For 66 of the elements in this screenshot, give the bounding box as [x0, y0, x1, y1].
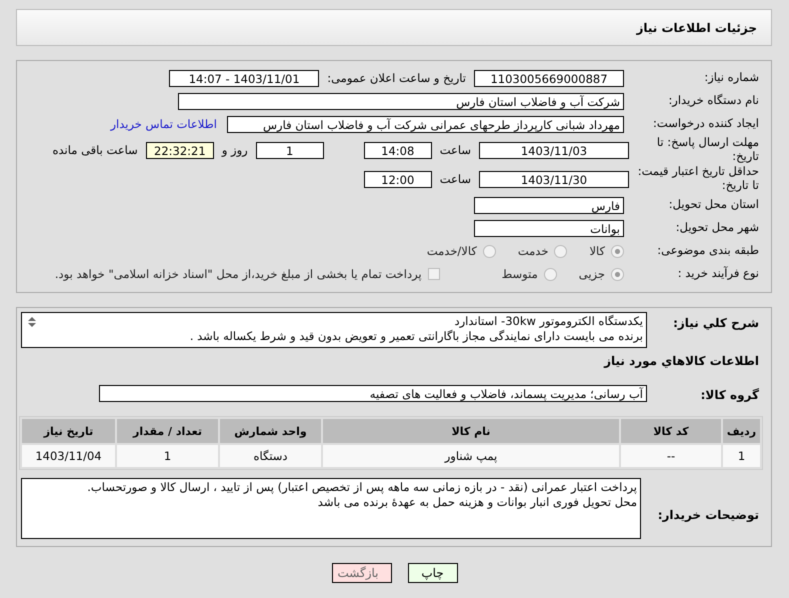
- date-field: 1403/11/03: [479, 142, 629, 158]
- field-label: طبقه بندی موضوعی:: [656, 244, 760, 258]
- page-title: جزئیات اطلاعات نیاز: [636, 20, 757, 34]
- time-field: 12:00: [364, 170, 432, 188]
- print-button[interactable]: چاپ: [408, 563, 458, 583]
- checkbox-label: پرداخت تمام یا بخشی از مبلغ خرید،از محل "اسناد خزانه اسلامی" خواهد بود.: [54, 267, 422, 281]
- column-header: نام کالا: [323, 419, 619, 443]
- notes-line: محل تحویل فوری انبار بوانات و هزینه حمل به عهدهٔ برنده می باشد: [318, 495, 637, 510]
- field-label: مهلت ارسال پاسخ: تا تاریخ:: [656, 136, 760, 164]
- field-label: گروه کالا:: [700, 386, 760, 402]
- column-header: واحد شمارش: [220, 419, 321, 443]
- buyer-notes-textarea[interactable]: پرداخت اعتبار عمرانی (نقد - در بازه زمانی سه ماهه پس از تخصیص اعتبار) پس از تایید ، ارسال کالا و صورتحساب. محل تحویل فوری انبار بوانات و هزینه حمل به عهدهٔ برنده می باشد: [21, 478, 641, 539]
- field-label: نوع فرآیند خرید :: [676, 267, 760, 281]
- days-label: روز و: [222, 143, 248, 157]
- city-field: بوانات: [474, 220, 624, 236]
- days-field: 1: [256, 142, 324, 158]
- table-cell: 1: [117, 445, 218, 467]
- remaining-label: ساعت باقی مانده: [52, 143, 138, 157]
- field-label: نام دستگاه خریدار:: [667, 94, 760, 108]
- field-label: شهر محل تحویل:: [674, 221, 760, 235]
- column-header: کد کالا: [621, 419, 721, 443]
- description-textarea[interactable]: یکدستگاه الکتروموتور 30kw- استاندارد برنده می بایست دارای نمایندگی مجاز باگارانتی تعمیر و تعویض بدون قید و شرط یکساله باشد .: [21, 312, 647, 348]
- table-cell: دستگاه: [220, 445, 321, 467]
- time-label: ساعت: [440, 143, 471, 157]
- checkbox[interactable]: [428, 268, 440, 280]
- goods-group-field: آب رسانی؛ مدیریت پسماند، فاضلاب و فعالیت های تصفیه: [99, 384, 647, 402]
- field-label: حداقل تاریخ اعتبار قیمت: تا تاریخ:: [636, 165, 760, 193]
- back-button[interactable]: بازگشت: [332, 563, 392, 583]
- notes-line: پرداخت اعتبار عمرانی (نقد - در بازه زمانی سه ماهه پس از تخصیص اعتبار) پس از تایید ، ارسال کالا و صورتحساب.: [87, 480, 637, 495]
- field-label: شرح کلي نياز:: [672, 315, 760, 330]
- contact-link[interactable]: اطلاعات تماس خریدار: [110, 117, 217, 131]
- time-label: ساعت: [440, 172, 471, 186]
- field-label: ایجاد کننده درخواست:: [652, 117, 760, 131]
- column-header: ردیف: [723, 419, 760, 443]
- section-heading: اطلاعات کالاهاي مورد نياز: [602, 354, 759, 368]
- radio-label: کالا/خدمت: [426, 244, 477, 258]
- radio-button[interactable]: [611, 244, 624, 258]
- field-label: شماره نیاز:: [703, 71, 760, 85]
- field-label: استان محل تحویل:: [668, 198, 760, 212]
- buyer-field: شرکت آب و فاضلاب استان فارس: [178, 92, 624, 110]
- radio-label: خدمت: [518, 244, 548, 258]
- need-number-field: 1103005669000887: [474, 70, 624, 86]
- column-header: تعداد / مقدار: [117, 419, 218, 443]
- column-header: تاریخ نیاز: [22, 419, 115, 443]
- creator-field: مهرداد شبانی کارپرداز طرحهای عمرانی شرکت آب و فاضلاب استان فارس: [227, 116, 624, 132]
- description-line: یکدستگاه الکتروموتور 30kw- استاندارد: [454, 314, 643, 329]
- scroll-arrows-icon[interactable]: [26, 315, 38, 329]
- table-cell: --: [621, 445, 721, 467]
- radio-button[interactable]: [482, 244, 496, 258]
- table-cell: پمپ شناور: [323, 445, 619, 467]
- radio-button[interactable]: [544, 268, 557, 280]
- announce-date-field: 1403/11/01 - 14:07: [169, 70, 320, 86]
- remaining-time-field: 22:32:21: [146, 142, 214, 158]
- table-cell: 1403/11/04: [22, 445, 115, 467]
- radio-label: کالا: [589, 244, 605, 258]
- field-label: تاریخ و ساعت اعلان عمومی:: [327, 71, 466, 85]
- table-cell: 1: [723, 445, 760, 467]
- date-field: 1403/11/30: [479, 170, 629, 188]
- radio-button[interactable]: [611, 268, 624, 280]
- radio-label: متوسط: [502, 267, 538, 281]
- description-line: برنده می بایست دارای نمایندگی مجاز باگارانتی تعمیر و تعویض بدون قید و شرط یکساله باشد .: [190, 329, 643, 344]
- time-field: 14:08: [364, 142, 432, 158]
- province-field: فارس: [474, 196, 624, 214]
- field-label: توضیحات خریدار:: [656, 507, 760, 522]
- radio-button[interactable]: [554, 244, 568, 258]
- radio-label: جزیی: [578, 267, 605, 281]
